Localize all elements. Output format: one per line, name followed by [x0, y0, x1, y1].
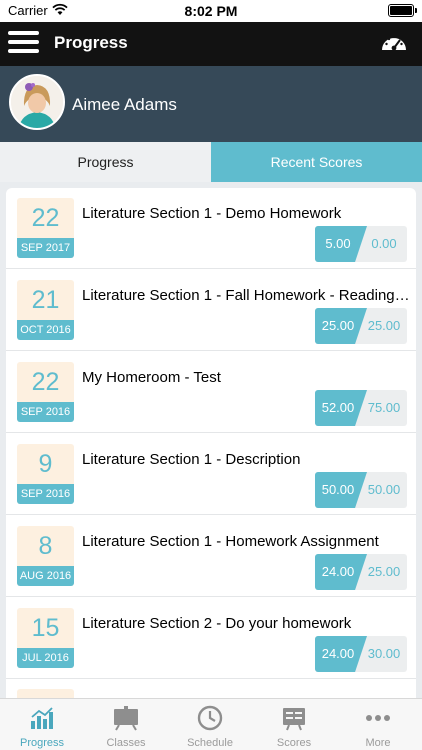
score-badge: 52.00 75.00 — [315, 390, 407, 426]
date-day: 8 — [38, 532, 53, 560]
assignment-title: Literature Section 1 - Homework Assignme… — [82, 533, 379, 550]
assignment-title: Literature Section 1 - Description — [82, 451, 301, 468]
avatar — [9, 74, 65, 130]
score-badge: 50.00 50.00 — [315, 472, 407, 508]
student-profile: Aimee Adams — [0, 66, 422, 142]
date-month: AUG 2016 — [17, 566, 74, 586]
possible-score: 25.00 — [367, 564, 401, 579]
hamburger-menu-icon[interactable] — [8, 31, 39, 55]
score-badge: 24.00 30.00 — [315, 636, 407, 672]
date-month: JUL 2016 — [17, 648, 74, 668]
tabbar-progress[interactable]: Progress — [0, 699, 84, 750]
tabbar-more[interactable]: More — [336, 699, 420, 750]
tab-progress[interactable]: Progress — [0, 142, 211, 182]
list-item[interactable]: 22 SEP 2017 Literature Section 1 - Demo … — [6, 188, 416, 269]
date-badge: 8 AUG 2016 — [17, 526, 74, 586]
clock-time: 8:02 PM — [184, 3, 238, 19]
score-badge: 25.00 25.00 — [315, 308, 407, 344]
more-dots-icon — [366, 715, 390, 721]
battery-icon — [388, 4, 417, 17]
date-month: OCT 2016 — [17, 320, 74, 340]
bottom-tab-bar: Progress Classes Schedule Scores More — [0, 698, 422, 750]
date-badge: 15 JUL 2016 — [17, 608, 74, 668]
list-item[interactable]: 22 SEP 2016 My Homeroom - Test 52.00 75.… — [6, 352, 416, 433]
earned-score: 50.00 — [321, 482, 355, 497]
nav-bar: Progress — [0, 22, 422, 66]
page-title: Progress — [54, 33, 128, 52]
tabbar-label: Classes — [106, 737, 146, 749]
date-month: SEP 2016 — [17, 402, 74, 422]
possible-score: 75.00 — [367, 400, 401, 415]
assignment-title: Literature Section 2 - Do your homework — [82, 615, 352, 632]
next-item-peek — [17, 689, 74, 698]
possible-score: 50.00 — [367, 482, 401, 497]
tabbar-label: Scores — [276, 737, 312, 749]
tab-recent-scores[interactable]: Recent Scores — [211, 142, 422, 182]
earned-score: 25.00 — [321, 318, 355, 333]
status-bar: Carrier 8:02 PM — [0, 0, 422, 22]
possible-score: 0.00 — [371, 236, 397, 251]
tabbar-schedule[interactable]: Schedule — [168, 699, 252, 750]
date-badge: 22 SEP 2017 — [17, 198, 74, 258]
earned-score: 5.00 — [325, 236, 351, 251]
tabbar-label: More — [365, 737, 391, 749]
speedometer-icon[interactable] — [380, 31, 408, 53]
scores-list[interactable]: 22 SEP 2017 Literature Section 1 - Demo … — [6, 188, 416, 698]
segment-tabs: Progress Recent Scores — [0, 142, 422, 182]
date-badge: 21 OCT 2016 — [17, 280, 74, 340]
assignment-title: My Homeroom - Test — [82, 369, 221, 386]
list-item[interactable]: 21 OCT 2016 Literature Section 1 - Fall … — [6, 270, 416, 351]
clock-icon — [197, 705, 223, 731]
date-badge: 22 SEP 2016 — [17, 362, 74, 422]
scores-content: 22 SEP 2017 Literature Section 1 - Demo … — [0, 182, 422, 698]
score-badge: 24.00 25.00 — [315, 554, 407, 590]
date-badge: 9 SEP 2016 — [17, 444, 74, 504]
possible-score: 25.00 — [367, 318, 401, 333]
date-day: 22 — [31, 368, 60, 396]
possible-score: 30.00 — [367, 646, 401, 661]
earned-score: 24.00 — [321, 564, 355, 579]
tabbar-label: Schedule — [187, 737, 233, 749]
date-day: 9 — [38, 450, 53, 478]
date-month: SEP 2016 — [17, 484, 74, 504]
assignment-title: Literature Section 1 - Fall Homework - R… — [82, 287, 412, 304]
date-day: 22 — [31, 204, 60, 232]
list-item[interactable]: 15 JUL 2016 Literature Section 2 - Do yo… — [6, 598, 416, 679]
date-day: 21 — [31, 286, 60, 314]
date-day: 15 — [31, 614, 60, 642]
tabbar-classes[interactable]: Classes — [84, 699, 168, 750]
earned-score: 24.00 — [321, 646, 355, 661]
student-name: Aimee Adams — [72, 95, 177, 114]
list-item[interactable]: 9 SEP 2016 Literature Section 1 - Descri… — [6, 434, 416, 515]
list-item[interactable]: 8 AUG 2016 Literature Section 1 - Homewo… — [6, 516, 416, 597]
assignment-title: Literature Section 1 - Demo Homework — [82, 205, 342, 222]
scoreboard-icon — [283, 708, 305, 731]
tabbar-scores[interactable]: Scores — [252, 699, 336, 750]
bar-chart-icon — [31, 707, 53, 729]
chalkboard-icon — [114, 706, 138, 731]
earned-score: 52.00 — [321, 400, 355, 415]
date-month: SEP 2017 — [17, 238, 74, 258]
score-badge: 5.00 0.00 — [315, 226, 407, 262]
tabbar-label: Progress — [19, 737, 65, 749]
